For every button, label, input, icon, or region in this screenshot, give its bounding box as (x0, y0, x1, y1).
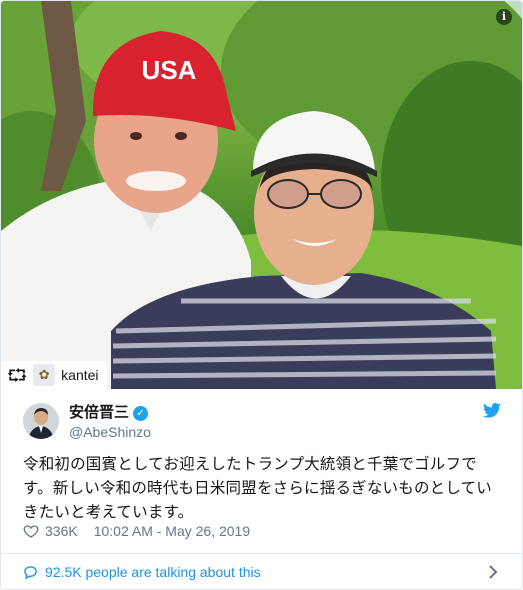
heart-icon[interactable] (23, 523, 39, 539)
kantei-logo-icon: ✿ (33, 364, 56, 386)
selfie-illustration: USA (1, 1, 522, 389)
cap-usa-text: USA (142, 55, 197, 85)
avatar[interactable] (23, 403, 59, 439)
conversation-text[interactable]: 92.5K people are talking about this (45, 564, 261, 580)
like-count[interactable]: 336K (45, 523, 78, 539)
divider (1, 553, 522, 554)
display-name-row[interactable]: 安倍晋三 ✓ (69, 403, 151, 423)
retweet-attribution[interactable]: ⮔ ✿ kantei (1, 361, 107, 389)
retweet-account-name: kantei (61, 367, 99, 383)
retweet-icon: ⮔ (7, 365, 28, 385)
verified-badge-icon: ✓ (133, 405, 149, 421)
handle[interactable]: @AbeShinzo (69, 423, 151, 442)
timestamp[interactable]: 10:02 AM - May 26, 2019 (94, 523, 250, 539)
info-icon[interactable]: i (496, 9, 512, 25)
chevron-right-icon[interactable] (487, 564, 499, 580)
tweet-author: 安倍晋三 ✓ @AbeShinzo (23, 403, 503, 447)
tweet-text: 令和初の国賓としてお迎えしたトランプ大統領と千葉でゴルフです。新しい令和の時代も… (23, 456, 492, 521)
display-name[interactable]: 安倍晋三 (69, 403, 129, 423)
author-names: 安倍晋三 ✓ @AbeShinzo (69, 403, 151, 442)
avatar-image (23, 403, 59, 439)
embedded-tweet-card: USA i ⮔ ✿ kantei 安倍晋三 ✓ @AbeShinzo 令和初の国… (0, 0, 523, 590)
tweet-meta: 336K 10:02 AM - May 26, 2019 (23, 523, 250, 539)
tweet-photo[interactable]: USA i ⮔ ✿ kantei (1, 1, 522, 389)
comment-bubble-icon (24, 565, 37, 580)
twitter-logo-icon[interactable] (483, 403, 501, 418)
conversation-link[interactable]: 92.5K people are talking about this (23, 561, 503, 583)
